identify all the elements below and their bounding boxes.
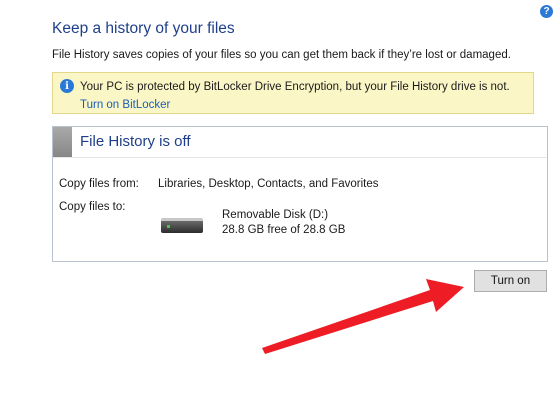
- annotation-arrow: [262, 279, 464, 354]
- red-arrow-icon: [262, 279, 464, 354]
